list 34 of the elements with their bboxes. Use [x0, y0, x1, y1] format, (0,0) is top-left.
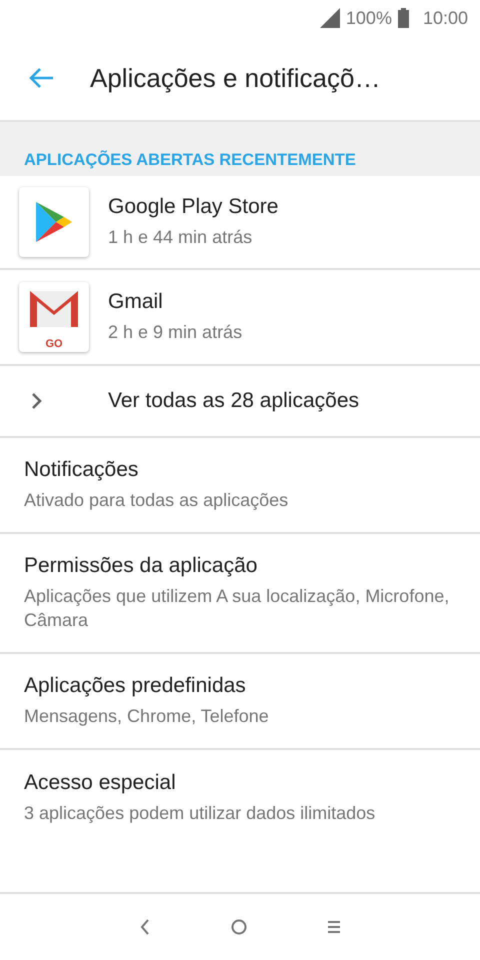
app-row[interactable]: Google Play Store 1 h e 44 min atrás [0, 176, 480, 270]
setting-summary: Mensagens, Chrome, Telefone [24, 705, 269, 728]
setting-summary: Ativado para todas as aplicações [24, 489, 288, 512]
battery-icon [398, 8, 409, 28]
settings-row[interactable]: Notificações Ativado para todas as aplicações [0, 438, 480, 534]
setting-summary: Aplicações que utilizem A sua localização, Microfone, Câmara [24, 585, 450, 632]
home-icon[interactable] [231, 919, 247, 935]
page-title: Aplicações e notificaçõ… [90, 62, 380, 94]
battery-text: 100% [346, 8, 392, 28]
play-icon [34, 200, 74, 244]
signal-icon [320, 8, 340, 28]
envelope-icon [30, 291, 78, 327]
menu-icon[interactable] [327, 919, 341, 935]
app-last-used: 1 h e 44 min atrás [108, 226, 254, 249]
back-arrow-icon [28, 67, 54, 89]
setting-title: Aplicações predefinidas [24, 674, 247, 698]
setting-title: Notificações [24, 458, 140, 482]
see-all-label: Ver todas as 28 aplicações [108, 389, 359, 413]
settings-row[interactable]: Permissões da aplicação Aplicações que utilizem A sua localização, Microfone, Câmara [0, 534, 480, 654]
settings-row[interactable]: Acesso especial 3 aplicações podem utilizar dados ilimitados [0, 750, 480, 846]
app-row[interactable]: GO Gmail 2 h e 9 min atrás [0, 270, 480, 366]
section-header: APLICAÇÕES ABERTAS RECENTEMENTE [24, 151, 356, 170]
settings-row[interactable]: Aplicações predefinidas Mensagens, Chrome, Telefone [0, 654, 480, 750]
app-name: Google Play Store [108, 195, 278, 219]
setting-title: Acesso especial [24, 771, 177, 795]
setting-title: Permissões da aplicação [24, 554, 258, 578]
setting-summary: 3 aplicações podem utilizar dados ilimitados [24, 802, 376, 825]
badge-text: GO [44, 338, 64, 350]
app-last-used: 2 h e 9 min atrás [108, 321, 242, 344]
chevron-right-icon [32, 393, 42, 409]
see-all-row[interactable]: Ver todas as 28 aplicações [0, 366, 480, 438]
app-name: Gmail [108, 290, 164, 314]
back-icon[interactable] [139, 919, 151, 935]
clock-text: 10:00 [422, 8, 468, 28]
